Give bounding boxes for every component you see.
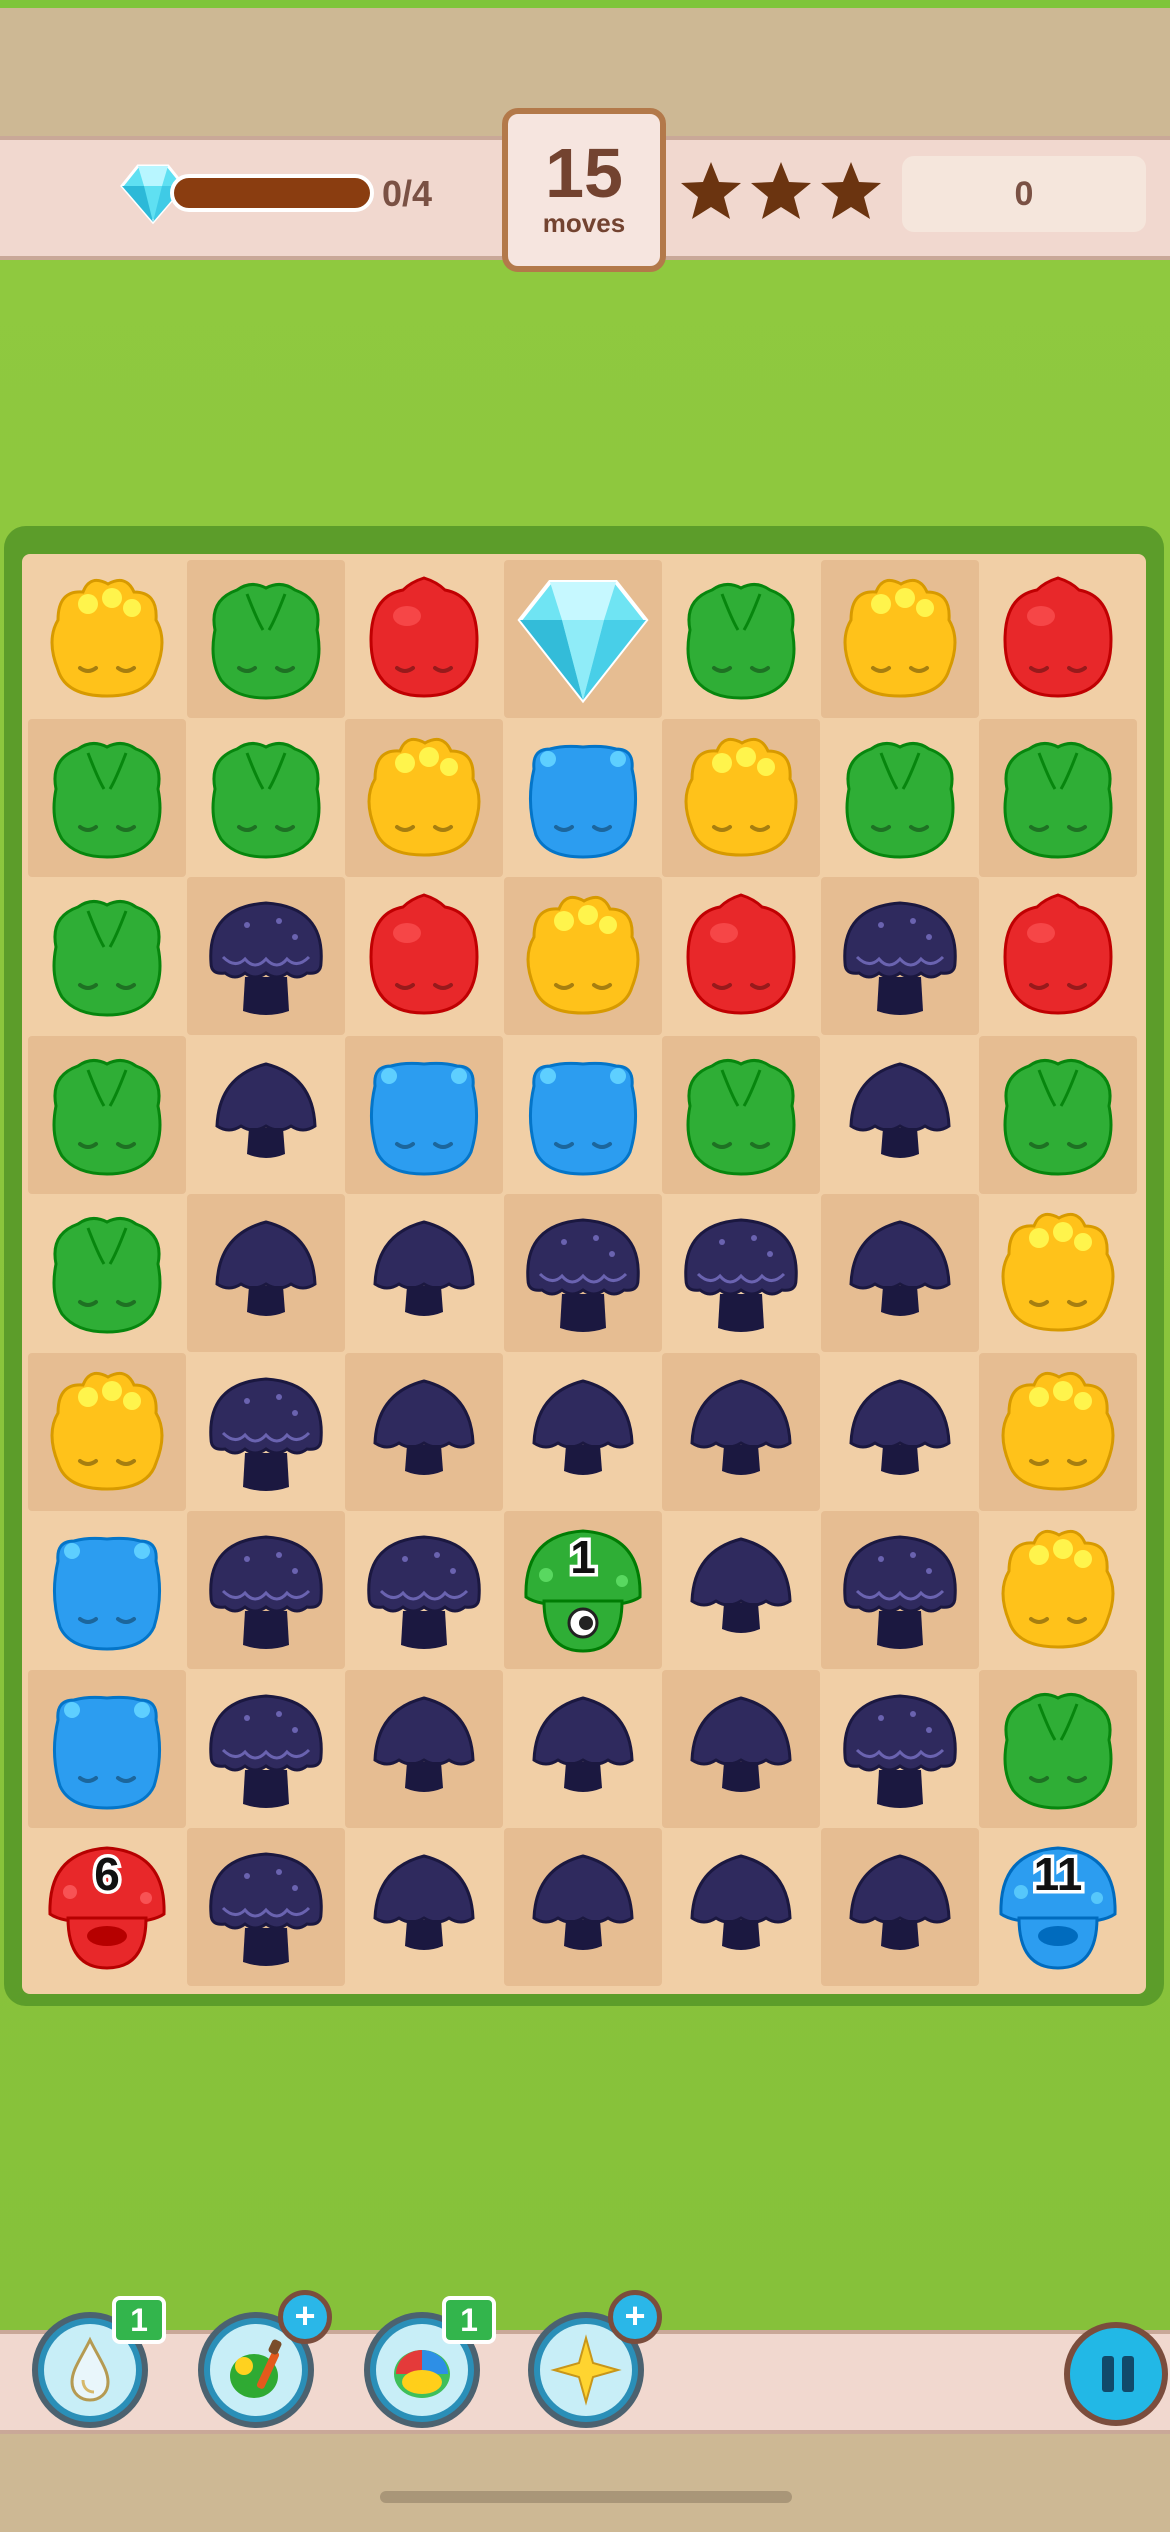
blue-jelly-piece[interactable] (28, 1669, 186, 1828)
large-mushroom-blocker[interactable] (821, 1670, 979, 1828)
star-icon (751, 162, 811, 219)
small-mushroom-blocker[interactable] (345, 1194, 503, 1352)
small-mushroom-blocker[interactable] (662, 1669, 820, 1828)
goal-counter: 0/4 (382, 173, 433, 214)
svg-text:11: 11 (1034, 1848, 1083, 1900)
small-mushroom-blocker[interactable] (821, 1353, 979, 1511)
yellow-jelly-piece[interactable] (662, 718, 820, 877)
red-jelly-piece[interactable] (662, 877, 820, 1035)
small-mushroom-blocker[interactable] (345, 1352, 503, 1511)
booster-count-badge: 1 (442, 2296, 496, 2344)
small-mushroom-blocker[interactable] (821, 1036, 979, 1194)
sparkle-icon (550, 2334, 622, 2406)
large-mushroom-blocker[interactable] (187, 1353, 345, 1511)
large-mushroom-blocker[interactable] (820, 877, 979, 1035)
small-mushroom-blocker[interactable] (504, 1353, 662, 1511)
svg-text:6: 6 (94, 1848, 120, 1900)
large-mushroom-blocker[interactable] (820, 1511, 979, 1669)
large-mushroom-blocker[interactable] (503, 1194, 662, 1352)
small-mushroom-blocker[interactable] (662, 1828, 820, 1986)
small-mushroom-blocker[interactable] (503, 1828, 662, 1986)
small-mushroom-blocker[interactable] (820, 1828, 979, 1986)
red-jelly-piece[interactable] (345, 560, 503, 718)
green-jelly-piece[interactable] (979, 718, 1137, 877)
red-jelly-piece[interactable] (345, 877, 503, 1035)
home-indicator[interactable] (380, 2491, 792, 2503)
yellow-jelly-piece[interactable] (345, 718, 503, 877)
blue-jelly-piece[interactable] (504, 719, 662, 877)
yellow-jelly-piece[interactable] (28, 1352, 186, 1511)
booster-count-badge: 1 (112, 2296, 166, 2344)
green-jelly-piece[interactable] (187, 719, 345, 877)
score-display: 0 (902, 156, 1146, 232)
large-mushroom-blocker[interactable] (662, 1194, 820, 1352)
green-jelly-piece[interactable] (821, 719, 979, 877)
green-jelly-piece[interactable] (28, 1194, 186, 1352)
green-jelly-piece[interactable] (186, 560, 345, 718)
small-mushroom-blocker[interactable] (345, 1828, 503, 1986)
red-mushroom-spawner[interactable]: 6 (28, 1828, 186, 1986)
green-jelly-piece[interactable] (662, 1035, 820, 1194)
star-icon (821, 162, 881, 219)
small-mushroom-blocker[interactable] (662, 1352, 820, 1511)
yellow-jelly-piece[interactable] (979, 1511, 1137, 1669)
moves-label: moves (542, 208, 626, 238)
large-mushroom-blocker[interactable] (187, 1670, 345, 1828)
yellow-jelly-piece[interactable] (503, 877, 662, 1035)
large-mushroom-blocker[interactable] (186, 1828, 345, 1986)
small-mushroom-blocker[interactable] (186, 1194, 345, 1352)
yellow-jelly-piece[interactable] (28, 560, 186, 718)
green-jelly-piece[interactable] (979, 1035, 1137, 1194)
yellow-jelly-piece[interactable] (979, 1194, 1137, 1352)
star-icon (681, 162, 741, 219)
game-board: 1 6 11 (22, 554, 1146, 1994)
small-mushroom-blocker[interactable] (345, 1669, 503, 1828)
yellow-jelly-piece[interactable] (979, 1352, 1137, 1511)
booster-add-badge[interactable]: + (608, 2290, 662, 2344)
green-jelly-piece[interactable] (28, 1035, 186, 1194)
small-mushroom-blocker[interactable] (662, 1511, 820, 1669)
booster-add-badge[interactable]: + (278, 2290, 332, 2344)
blue-jelly-piece[interactable] (28, 1511, 186, 1669)
large-mushroom-blocker[interactable] (186, 1511, 345, 1669)
green-jelly-piece[interactable] (28, 718, 186, 877)
green-jelly-piece[interactable] (979, 1669, 1137, 1828)
red-jelly-piece[interactable] (979, 877, 1137, 1035)
green-mushroom-spawner[interactable]: 1 (503, 1511, 662, 1669)
svg-text:1: 1 (570, 1531, 596, 1583)
goal-progress-bar (170, 174, 374, 212)
small-mushroom-blocker[interactable] (187, 1036, 345, 1194)
pause-icon (1102, 2356, 1114, 2392)
small-mushroom-blocker[interactable] (820, 1194, 979, 1352)
moves-count: 15 (545, 134, 623, 212)
diamond-piece[interactable] (503, 560, 662, 718)
blue-mushroom-spawner[interactable]: 11 (979, 1828, 1137, 1986)
bottom-dirt-band (0, 2434, 1170, 2532)
moves-counter: 15 moves (502, 108, 666, 272)
top-border (0, 0, 1170, 8)
red-jelly-piece[interactable] (979, 560, 1137, 718)
green-jelly-piece[interactable] (28, 877, 186, 1035)
pause-button[interactable] (1064, 2322, 1168, 2426)
small-mushroom-blocker[interactable] (504, 1670, 662, 1828)
large-mushroom-blocker[interactable] (186, 877, 345, 1035)
blue-jelly-piece[interactable] (504, 1036, 662, 1194)
blue-jelly-piece[interactable] (345, 1035, 503, 1194)
yellow-jelly-piece[interactable] (820, 560, 979, 718)
star-rating (678, 160, 884, 226)
large-mushroom-blocker[interactable] (345, 1511, 503, 1669)
green-jelly-piece[interactable] (662, 560, 820, 718)
paint-brush-icon (230, 2339, 282, 2398)
